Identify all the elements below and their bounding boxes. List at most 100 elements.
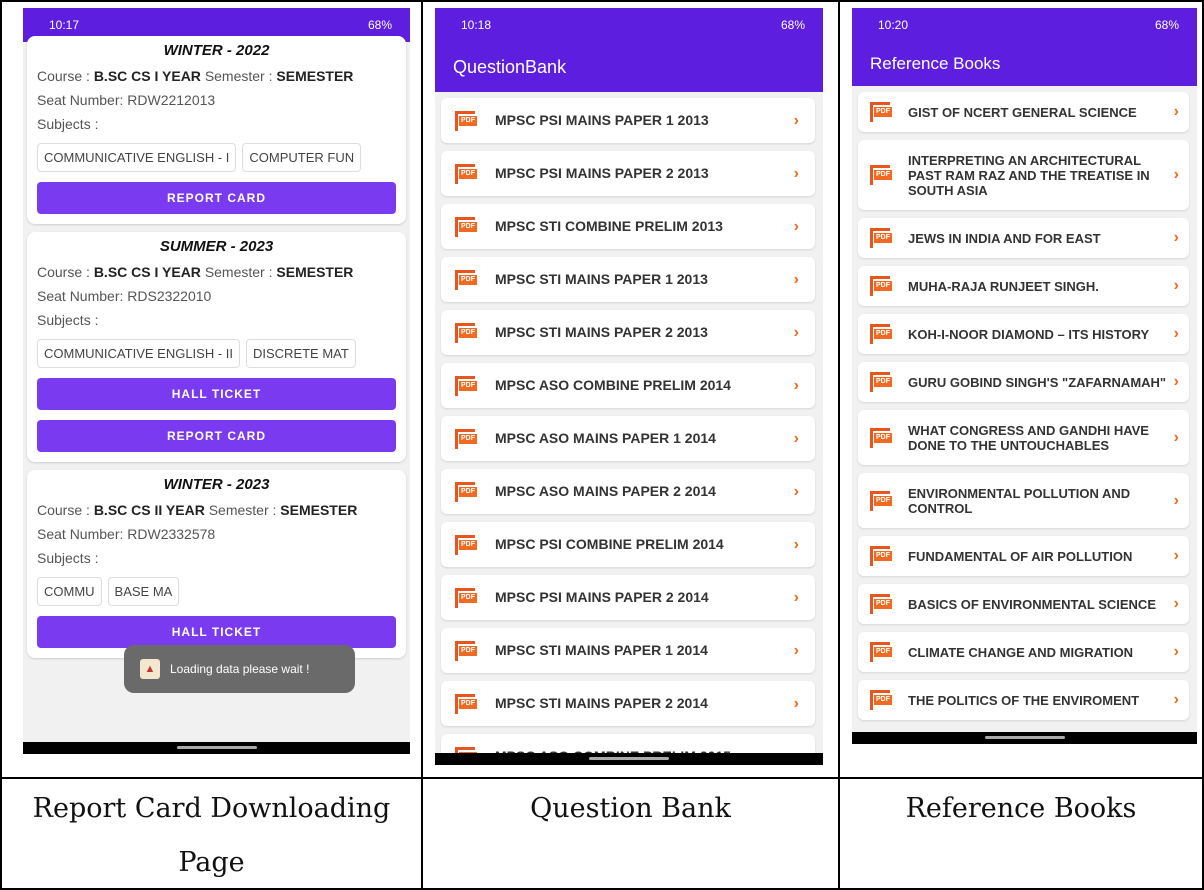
- chevron-right-icon: ›: [793, 270, 799, 288]
- home-handle[interactable]: [589, 757, 669, 760]
- seat-value: RDW2212013: [127, 92, 216, 108]
- battery-percent: 68%: [367, 18, 392, 32]
- chevron-right-icon: ›: [793, 429, 799, 447]
- list-item[interactable]: PDF MPSC ASO MAINS PAPER 2 2014 ›: [441, 469, 815, 514]
- pdf-icon: PDF: [455, 428, 477, 449]
- chevron-right-icon: ›: [1173, 373, 1179, 390]
- list-item[interactable]: PDF THE POLITICS OF THE ENVIROMENT ›: [858, 680, 1189, 720]
- list-item-label: JEWS IN INDIA AND FOR EAST: [908, 230, 1101, 246]
- chevron-right-icon: ›: [793, 694, 799, 712]
- pdf-icon-badge: PDF: [874, 432, 892, 443]
- course-row: Course : B.SC CS II YEAR Semester : SEME…: [37, 499, 396, 523]
- list-item[interactable]: PDF BASICS OF ENVIRONMENTAL SCIENCE ›: [858, 584, 1189, 624]
- list-item[interactable]: PDF MPSC STI MAINS PAPER 1 2014 ›: [441, 628, 815, 673]
- divider: [838, 0, 840, 890]
- chevron-right-icon: ›: [1173, 491, 1179, 509]
- phone-report-card: 10:17 68% WINTER - 2022 Course : B.SC CS …: [23, 8, 410, 754]
- pdf-icon: PDF: [870, 594, 892, 614]
- list-item-label: WHAT CONGRESS AND GANDHI HAVE DONE TO TH…: [908, 422, 1149, 453]
- home-handle[interactable]: [176, 746, 257, 749]
- phone-reference-books: 10:20 68% Reference Books PDF GIST OF NCE…: [852, 8, 1197, 744]
- chevron-right-icon: ›: [1173, 277, 1179, 294]
- pdf-icon-badge: PDF: [874, 107, 892, 117]
- course-row: Course : B.SC CS I YEAR Semester : SEMES…: [37, 65, 396, 89]
- pdf-icon-badge: PDF: [459, 645, 477, 656]
- course-value: B.SC CS I YEAR: [93, 264, 201, 280]
- list-item-label: MPSC ASO MAINS PAPER 1 2014: [495, 430, 716, 446]
- pdf-icon: PDF: [870, 546, 892, 566]
- list-item[interactable]: PDF MPSC STI MAINS PAPER 2 2014 ›: [441, 681, 815, 726]
- status-time: 10:18: [461, 18, 492, 32]
- subject-chip[interactable]: DISCRETE MAT: [246, 339, 356, 368]
- divider: [0, 777, 1204, 779]
- list-item[interactable]: PDF CLIMATE CHANGE AND MIGRATION ›: [858, 632, 1189, 672]
- subject-chip[interactable]: COMMU: [37, 577, 102, 606]
- list-item[interactable]: PDF WHAT CONGRESS AND GANDHI HAVE DONE TO…: [858, 410, 1189, 465]
- list-item[interactable]: PDF ENVIRONMENTAL POLLUTION AND CONTROL ›: [858, 473, 1189, 528]
- pdf-icon-badge: PDF: [459, 115, 477, 126]
- pdf-icon-badge: PDF: [459, 698, 477, 709]
- pdf-icon-badge: PDF: [459, 221, 477, 232]
- list-item-label: INTERPRETING AN ARCHITECTURAL PAST RAM R…: [908, 152, 1150, 198]
- list-item-label: MPSC ASO MAINS PAPER 2 2014: [495, 483, 716, 499]
- subject-chip[interactable]: COMMUNICATIVE ENGLISH - I: [37, 143, 237, 172]
- list-item-label: MPSC STI COMBINE PRELIM 2013: [495, 218, 723, 234]
- pdf-icon-badge: PDF: [874, 599, 892, 609]
- list-item[interactable]: PDF FUNDAMENTAL OF AIR POLLUTION ›: [858, 536, 1189, 576]
- app-bar-title: Reference Books: [852, 42, 1197, 86]
- status-bar: 10:18 68%: [435, 8, 823, 42]
- seat-label: Seat Number:: [37, 92, 124, 108]
- list-item[interactable]: PDF MPSC PSI MAINS PAPER 2 2013 ›: [441, 151, 815, 196]
- pdf-icon: PDF: [455, 640, 477, 661]
- chevron-right-icon: ›: [793, 164, 799, 182]
- list-item[interactable]: PDF MPSC PSI MAINS PAPER 1 2013 ›: [441, 98, 815, 143]
- pdf-icon-badge: PDF: [459, 539, 477, 550]
- list-item[interactable]: PDF INTERPRETING AN ARCHITECTURAL PAST RA…: [858, 140, 1189, 210]
- subjects-label: Subjects :: [37, 312, 99, 328]
- list-item[interactable]: PDF MPSC PSI COMBINE PRELIM 2014 ›: [441, 522, 815, 567]
- report-card-button[interactable]: REPORT CARD: [37, 420, 396, 452]
- subject-chips: COMMUNICATIVE ENGLISH - I COMPUTER FUN: [37, 143, 396, 172]
- course-label: Course :: [37, 264, 90, 280]
- chevron-right-icon: ›: [793, 641, 799, 659]
- list-item[interactable]: PDF JEWS IN INDIA AND FOR EAST ›: [858, 218, 1189, 258]
- list-item-label: GURU GOBIND SINGH'S "ZAFARNAMAH": [908, 374, 1167, 390]
- pdf-icon: PDF: [455, 481, 477, 502]
- list-item[interactable]: PDF MPSC ASO MAINS PAPER 1 2014 ›: [441, 416, 815, 461]
- subject-chip[interactable]: COMPUTER FUN: [242, 143, 362, 172]
- list-item[interactable]: PDF KOH-I-NOOR DIAMOND – ITS HISTORY ›: [858, 314, 1189, 354]
- list-item[interactable]: PDF MPSC STI MAINS PAPER 2 2013 ›: [441, 310, 815, 355]
- subject-chip[interactable]: COMMUNICATIVE ENGLISH - II: [37, 339, 240, 368]
- home-handle[interactable]: [984, 736, 1065, 739]
- hall-ticket-button[interactable]: HALL TICKET: [37, 616, 396, 648]
- report-card-button[interactable]: REPORT CARD: [37, 182, 396, 214]
- chevron-right-icon: ›: [1173, 691, 1179, 708]
- chevron-right-icon: ›: [793, 588, 799, 606]
- report-card: SUMMER - 2023 Course : B.SC CS I YEAR Sem…: [27, 232, 406, 462]
- list-item-label: THE POLITICS OF THE ENVIROMENT: [908, 692, 1140, 708]
- pdf-icon: PDF: [870, 690, 892, 710]
- course-label: Course :: [37, 68, 90, 84]
- list-item-label: MPSC ASO COMBINE PRELIM 2014: [495, 377, 731, 393]
- pdf-icon: PDF: [455, 693, 477, 714]
- pdf-icon: PDF: [455, 269, 477, 290]
- loading-toast: ▲ Loading data please wait !: [124, 645, 355, 693]
- list-item-label: FUNDAMENTAL OF AIR POLLUTION: [908, 548, 1133, 564]
- report-card: WINTER - 2023 Course : B.SC CS II YEAR Se…: [27, 470, 406, 658]
- chevron-right-icon: ›: [793, 111, 799, 129]
- list-item[interactable]: PDF MPSC STI COMBINE PRELIM 2013 ›: [441, 204, 815, 249]
- list-item[interactable]: PDF MUHA-RAJA RUNJEET SINGH. ›: [858, 266, 1189, 306]
- subject-chips: COMMU BASE MA: [37, 577, 396, 606]
- pdf-icon: PDF: [870, 642, 892, 662]
- semester-value: SEMESTER: [276, 264, 354, 280]
- list-item[interactable]: PDF MPSC STI MAINS PAPER 1 2013 ›: [441, 257, 815, 302]
- status-time: 10:20: [878, 18, 909, 32]
- hall-ticket-button[interactable]: HALL TICKET: [37, 378, 396, 410]
- subject-chip[interactable]: BASE MA: [107, 577, 180, 606]
- list-item[interactable]: PDF GIST OF NCERT GENERAL SCIENCE ›: [858, 92, 1189, 132]
- list-item[interactable]: PDF MPSC ASO COMBINE PRELIM 2014 ›: [441, 363, 815, 408]
- list-item[interactable]: PDF MPSC PSI MAINS PAPER 2 2014 ›: [441, 575, 815, 620]
- pdf-icon-badge: PDF: [459, 486, 477, 497]
- chevron-right-icon: ›: [793, 535, 799, 553]
- list-item[interactable]: PDF GURU GOBIND SINGH'S "ZAFARNAMAH" ›: [858, 362, 1189, 402]
